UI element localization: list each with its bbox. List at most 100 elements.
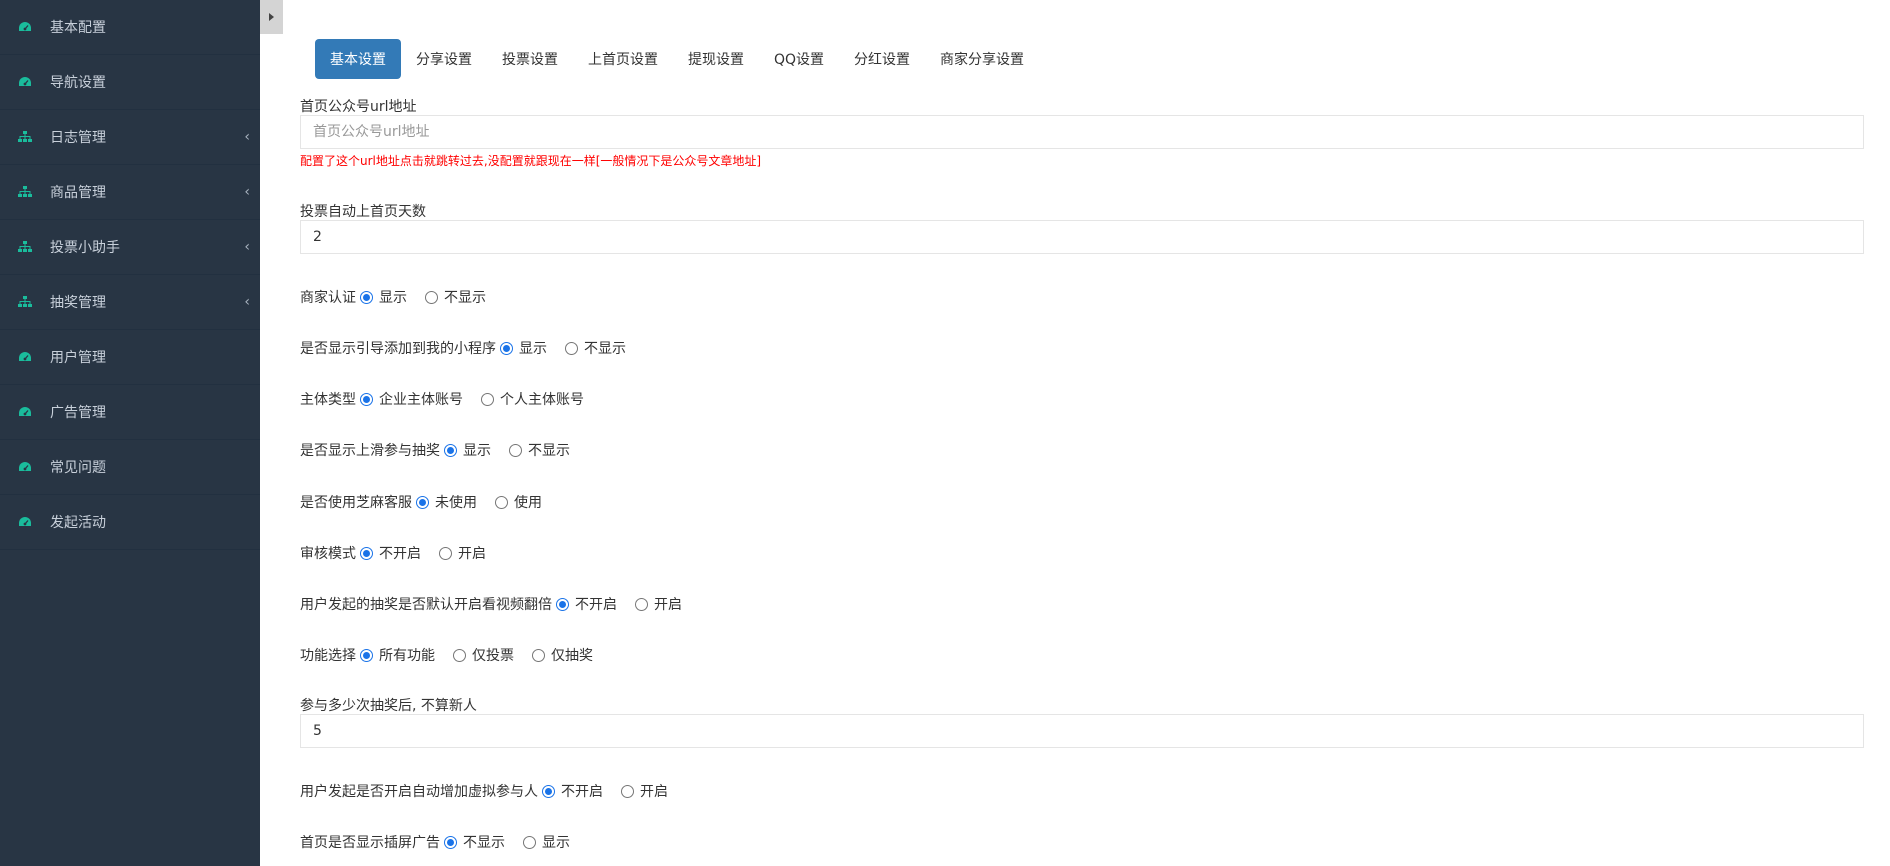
audit-mode-row: 审核模式 不开启 开启 bbox=[300, 543, 500, 563]
function-lottery-only-option[interactable]: 仅抽奖 bbox=[551, 645, 593, 665]
swipe-lottery-row: 是否显示上滑参与抽奖 显示 不显示 bbox=[300, 440, 584, 460]
sitemap-icon bbox=[18, 240, 32, 254]
dashboard-icon bbox=[18, 405, 32, 419]
dashboard-icon bbox=[18, 75, 32, 89]
swipe-lottery-hide-option[interactable]: 不显示 bbox=[528, 440, 570, 460]
settings-tab[interactable]: 分享设置 bbox=[401, 39, 487, 79]
sidebar-item-label: 常见问题 bbox=[50, 460, 106, 476]
guide-row: 是否显示引导添加到我的小程序 显示 不显示 bbox=[300, 338, 640, 358]
settings-tab[interactable]: 投票设置 bbox=[487, 39, 573, 79]
sidebar-item[interactable]: 发起活动 bbox=[0, 495, 260, 550]
zhima-used-option[interactable]: 使用 bbox=[514, 492, 542, 512]
dashboard-icon bbox=[18, 515, 32, 529]
entity-enterprise-radio[interactable] bbox=[360, 392, 373, 406]
guide-label: 是否显示引导添加到我的小程序 bbox=[300, 341, 496, 357]
audit-on-option[interactable]: 开启 bbox=[458, 543, 486, 563]
dashboard-icon bbox=[18, 20, 32, 34]
guide-show-option[interactable]: 显示 bbox=[519, 338, 547, 358]
url-input[interactable] bbox=[300, 115, 1864, 149]
sidebar-item[interactable]: 常见问题 bbox=[0, 440, 260, 495]
virtual-participants-row: 用户发起是否开启自动增加虚拟参与人 不开启 开启 bbox=[300, 781, 682, 801]
settings-tab[interactable]: 上首页设置 bbox=[573, 39, 673, 79]
sitemap-icon bbox=[18, 295, 32, 309]
video-double-on-radio[interactable] bbox=[635, 597, 648, 611]
sidebar-toggle-button[interactable] bbox=[260, 0, 283, 34]
virtual-on-radio[interactable] bbox=[621, 784, 634, 798]
settings-tab[interactable]: 分红设置 bbox=[839, 39, 925, 79]
audit-off-option[interactable]: 不开启 bbox=[379, 543, 421, 563]
settings-tab[interactable]: 基本设置 bbox=[315, 39, 401, 79]
virtual-participants-label: 用户发起是否开启自动增加虚拟参与人 bbox=[300, 784, 538, 800]
sidebar-item-label: 广告管理 bbox=[50, 405, 106, 421]
settings-tab[interactable]: 提现设置 bbox=[673, 39, 759, 79]
sidebar-item-label: 商品管理 bbox=[50, 185, 106, 201]
sidebar-item-label: 抽奖管理 bbox=[50, 295, 106, 311]
days-input[interactable] bbox=[300, 220, 1864, 254]
interstitial-show-radio[interactable] bbox=[523, 835, 536, 849]
merchant-auth-show-radio[interactable] bbox=[360, 290, 373, 304]
chevron-left-icon: ‹ bbox=[244, 239, 250, 255]
sidebar-item-label: 日志管理 bbox=[50, 130, 106, 146]
settings-tabs: 基本设置 分享设置 投票设置 上首页设置 提现设置 QQ设置 分红设置 商家分享设置 bbox=[315, 39, 1039, 79]
sidebar-item-label: 基本配置 bbox=[50, 20, 106, 36]
interstitial-show-option[interactable]: 显示 bbox=[542, 832, 570, 852]
entity-personal-radio[interactable] bbox=[481, 392, 494, 406]
function-vote-only-radio[interactable] bbox=[453, 648, 466, 662]
interstitial-hide-option[interactable]: 不显示 bbox=[463, 832, 505, 852]
merchant-auth-hide-radio[interactable] bbox=[425, 290, 438, 304]
sidebar-item[interactable]: 导航设置 bbox=[0, 55, 260, 110]
merchant-auth-hide-option[interactable]: 不显示 bbox=[444, 287, 486, 307]
audit-on-radio[interactable] bbox=[439, 546, 452, 560]
chevron-left-icon: ‹ bbox=[244, 184, 250, 200]
sidebar-item[interactable]: 基本配置 bbox=[0, 0, 260, 55]
video-double-off-option[interactable]: 不开启 bbox=[575, 594, 617, 614]
sidebar-item[interactable]: 投票小助手 ‹ bbox=[0, 220, 260, 275]
function-vote-only-option[interactable]: 仅投票 bbox=[472, 645, 514, 665]
swipe-lottery-hide-radio[interactable] bbox=[509, 443, 522, 457]
settings-tab[interactable]: QQ设置 bbox=[759, 39, 839, 79]
function-select-label: 功能选择 bbox=[300, 648, 356, 664]
url-label: 首页公众号url地址 bbox=[300, 99, 417, 115]
interstitial-hide-radio[interactable] bbox=[444, 835, 457, 849]
video-double-on-option[interactable]: 开启 bbox=[654, 594, 682, 614]
merchant-auth-label: 商家认证 bbox=[300, 290, 356, 306]
guide-hide-option[interactable]: 不显示 bbox=[584, 338, 626, 358]
entity-type-label: 主体类型 bbox=[300, 392, 356, 408]
virtual-on-option[interactable]: 开启 bbox=[640, 781, 668, 801]
newcomer-count-input[interactable] bbox=[300, 714, 1864, 748]
entity-enterprise-option[interactable]: 企业主体账号 bbox=[379, 389, 463, 409]
sidebar-item-label: 用户管理 bbox=[50, 350, 106, 366]
virtual-off-option[interactable]: 不开启 bbox=[561, 781, 603, 801]
function-lottery-only-radio[interactable] bbox=[532, 648, 545, 662]
sidebar-item-label: 发起活动 bbox=[50, 515, 106, 531]
merchant-auth-show-option[interactable]: 显示 bbox=[379, 287, 407, 307]
sidebar-item[interactable]: 用户管理 bbox=[0, 330, 260, 385]
sidebar-item[interactable]: 广告管理 bbox=[0, 385, 260, 440]
audit-off-radio[interactable] bbox=[360, 546, 373, 560]
entity-type-row: 主体类型 企业主体账号 个人主体账号 bbox=[300, 389, 598, 409]
guide-hide-radio[interactable] bbox=[565, 341, 578, 355]
zhima-used-radio[interactable] bbox=[495, 495, 508, 509]
zhima-service-label: 是否使用芝麻客服 bbox=[300, 495, 412, 511]
sitemap-icon bbox=[18, 185, 32, 199]
zhima-unused-radio[interactable] bbox=[416, 495, 429, 509]
function-all-option[interactable]: 所有功能 bbox=[379, 645, 435, 665]
function-select-row: 功能选择 所有功能 仅投票 仅抽奖 bbox=[300, 645, 607, 665]
zhima-unused-option[interactable]: 未使用 bbox=[435, 492, 477, 512]
swipe-lottery-show-radio[interactable] bbox=[444, 443, 457, 457]
guide-show-radio[interactable] bbox=[500, 341, 513, 355]
function-all-radio[interactable] bbox=[360, 648, 373, 662]
sidebar-item[interactable]: 抽奖管理 ‹ bbox=[0, 275, 260, 330]
chevron-left-icon: ‹ bbox=[244, 294, 250, 310]
sidebar-item[interactable]: 日志管理 ‹ bbox=[0, 110, 260, 165]
settings-tab[interactable]: 商家分享设置 bbox=[925, 39, 1039, 79]
url-hint: 配置了这个url地址点击就跳转过去,没配置就跟现在一样[一般情况下是公众号文章地… bbox=[300, 154, 762, 168]
sidebar-item[interactable]: 商品管理 ‹ bbox=[0, 165, 260, 220]
interstitial-ad-row: 首页是否显示插屏广告 不显示 显示 bbox=[300, 832, 584, 852]
dashboard-icon bbox=[18, 460, 32, 474]
zhima-service-row: 是否使用芝麻客服 未使用 使用 bbox=[300, 492, 556, 512]
entity-personal-option[interactable]: 个人主体账号 bbox=[500, 389, 584, 409]
video-double-off-radio[interactable] bbox=[556, 597, 569, 611]
swipe-lottery-show-option[interactable]: 显示 bbox=[463, 440, 491, 460]
virtual-off-radio[interactable] bbox=[542, 784, 555, 798]
